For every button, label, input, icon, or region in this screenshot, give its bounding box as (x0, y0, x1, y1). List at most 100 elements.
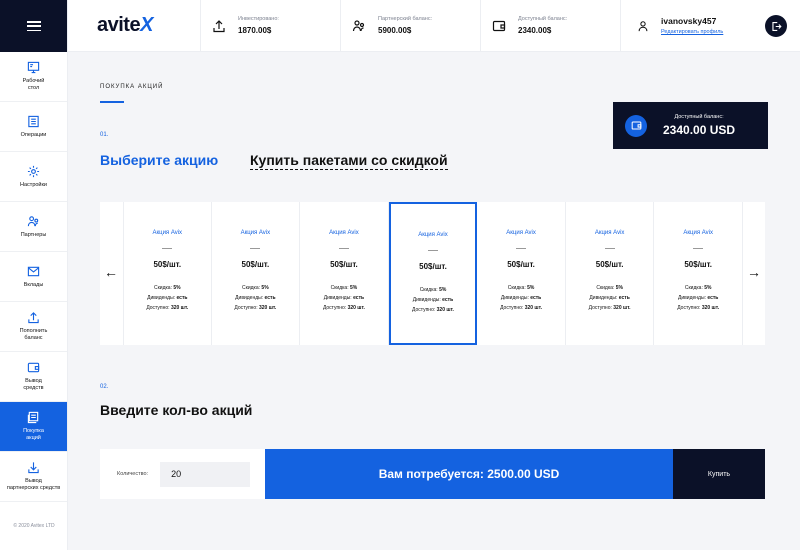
invested-stat: Инвестировано: 1870.00$ (201, 0, 341, 51)
sidebar: Рабочий стол Операции Настройки Партнеры… (0, 0, 68, 550)
stock-card[interactable]: Акция Avix 50$/шт. Скидка: 5% Дивиденды: ес… (212, 202, 301, 345)
dividend-label: Дивиденды: (235, 295, 264, 301)
quantity-input[interactable] (160, 461, 251, 487)
partner-balance-stat: Партнерский баланс: 5900.00$ (341, 0, 481, 51)
sidebar-item-withdraw[interactable]: Вывод средств (0, 352, 67, 402)
dividend-value: есть (353, 295, 365, 301)
sidebar-item-label: Пополнить баланс (19, 328, 48, 341)
dividend-row: Дивиденды: есть (147, 293, 187, 303)
tab-choose-stock[interactable]: Выберите акцию (100, 152, 218, 168)
available-label: Доступно: (500, 305, 524, 311)
card-divider (162, 248, 173, 249)
dividend-row: Дивиденды: есть (678, 293, 718, 303)
tab-buy-packages[interactable]: Купить пакетами со скидкой (250, 152, 448, 170)
dividend-value: есть (618, 295, 630, 301)
stock-price: 50$/шт. (241, 260, 270, 269)
available-row: Доступно: 320 шт. (234, 303, 276, 313)
discount-value: 5% (704, 285, 712, 291)
balance-box: Доступный баланс: 2340.00 USD (613, 102, 768, 149)
available-balance-label: Доступный баланс: (518, 16, 568, 22)
stocks-icon (27, 411, 39, 424)
dividend-label: Дивиденды: (500, 295, 529, 301)
stock-card[interactable]: Акция Avix 50$/шт. Скидка: 5% Дивиденды: ес… (477, 202, 566, 345)
user-block: ivanovsky457 Редактировать профиль (621, 0, 800, 51)
sidebar-item-label: Покупка акций (23, 428, 44, 441)
edit-profile-link[interactable]: Редактировать профиль (661, 29, 723, 35)
sidebar-item-buy-stocks[interactable]: Покупка акций (0, 402, 67, 452)
buy-button[interactable]: Купить (673, 449, 765, 499)
discount-label: Скидка: (507, 285, 526, 291)
stock-price: 50$/шт. (153, 260, 182, 269)
sidebar-item-label: Вывод средств (23, 378, 44, 391)
stock-card[interactable]: Акция Avix 50$/шт. Скидка: 5% Дивиденды: ес… (300, 202, 389, 345)
download-icon (28, 462, 39, 474)
stock-card[interactable]: Акция Avix 50$/шт. Скидка: 5% Дивиденды: ес… (388, 202, 478, 345)
dividend-value: есть (442, 297, 454, 303)
upload-icon (28, 312, 39, 324)
logout-button[interactable] (765, 15, 787, 37)
discount-label: Скидка: (153, 285, 172, 291)
prev-arrow-button[interactable]: ← (104, 265, 118, 279)
copyright: © 2020 Avitex LTD (13, 523, 55, 529)
partner-balance-label: Партнерский баланс: (378, 16, 433, 22)
stock-card[interactable]: Акция Avix 50$/шт. Скидка: 5% Дивиденды: ес… (566, 202, 655, 345)
partners-icon (352, 19, 365, 31)
sidebar-item-partners[interactable]: Партнеры (0, 202, 67, 252)
discount-row: Скидка: 5% (420, 285, 447, 295)
available-value: 320 шт. (701, 305, 720, 311)
dividend-label: Дивиденды: (589, 295, 618, 301)
available-row: Доступно: 320 шт. (323, 303, 365, 313)
sidebar-item-settings[interactable]: Настройки (0, 152, 67, 202)
header: avite X Инвестировано: 1870.00$ Партнерск… (68, 0, 800, 52)
dividend-row: Дивиденды: есть (324, 293, 364, 303)
sidebar-item-partner-withdraw[interactable]: Вывод партнерских средств (0, 452, 67, 502)
discount-row: Скидка: 5% (596, 283, 623, 293)
discount-label: Скидка: (242, 285, 261, 291)
available-label: Доступно: (677, 305, 701, 311)
dividend-row: Дивиденды: есть (589, 293, 629, 303)
quantity-bar: Количество: Вам потребуется: 2500.00 USD… (100, 449, 765, 499)
stock-name: Акция Avix (240, 230, 271, 236)
quantity-title: Введите кол-во акций (100, 402, 253, 418)
card-divider (427, 250, 438, 251)
stock-name: Акция Avix (594, 230, 625, 236)
partners-icon (27, 215, 39, 226)
list-icon (28, 115, 39, 127)
available-label: Доступно: (322, 305, 347, 311)
dividend-value: есть (707, 295, 719, 301)
stock-card[interactable]: Акция Avix 50$/шт. Скидка: 5% Дивиденды: ес… (654, 202, 743, 345)
available-row: Доступно: 320 шт. (677, 303, 719, 313)
available-row: Доступно: 320 шт. (589, 303, 631, 313)
invested-value: 1870.00$ (238, 26, 272, 35)
available-label: Доступно: (234, 305, 258, 311)
stock-name: Акция Avix (418, 232, 448, 238)
logo-x: X (140, 14, 153, 36)
dividend-label: Дивиденды: (677, 295, 706, 301)
sidebar-item-deposits[interactable]: Вклады (0, 252, 67, 302)
available-value: 320 шт. (524, 305, 543, 311)
dividend-value: есть (530, 295, 542, 301)
page-title-underline (100, 101, 124, 103)
balance-value: 2340.00 USD (663, 123, 736, 137)
dividend-label: Дивиденды: (323, 295, 352, 301)
logo[interactable]: avite X (68, 0, 201, 51)
dividend-value: есть (176, 295, 188, 301)
next-arrow-button[interactable]: → (747, 265, 761, 279)
discount-label: Скидка: (330, 285, 349, 291)
sidebar-item-top-up[interactable]: Пополнить баланс (0, 302, 67, 352)
dividend-row: Дивиденды: есть (413, 295, 453, 305)
sidebar-item-desktop[interactable]: Рабочий стол (0, 52, 67, 102)
menu-button[interactable] (0, 0, 67, 52)
card-divider (338, 248, 349, 249)
quantity-label: Количество: (117, 471, 149, 477)
stock-card[interactable]: Акция Avix 50$/шт. Скидка: 5% Дивиденды: ес… (123, 202, 212, 345)
wallet-icon (27, 362, 40, 373)
sidebar-item-label: Настройки (20, 181, 47, 188)
dividend-value: есть (264, 295, 276, 301)
discount-row: Скидка: 5% (331, 283, 358, 293)
dividend-label: Дивиденды: (147, 295, 176, 301)
card-divider (516, 248, 527, 249)
sidebar-item-operations[interactable]: Операции (0, 102, 67, 152)
gear-icon (27, 165, 40, 177)
available-balance-stat: Доступный баланс: 2340.00$ (481, 0, 621, 51)
